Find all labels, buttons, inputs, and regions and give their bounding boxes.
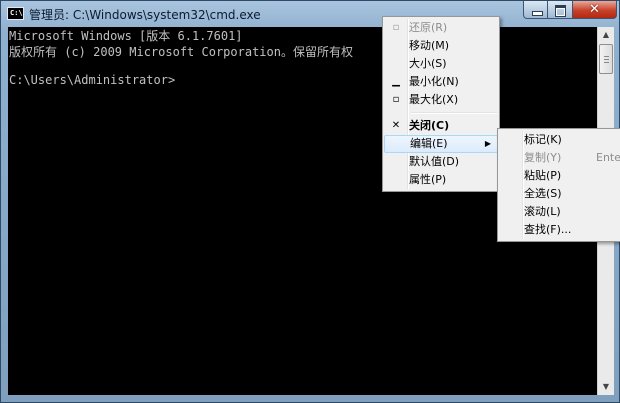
console-line: 版权所有 (c) 2009 Microsoft Corporation。保留所有… xyxy=(9,45,353,59)
cmd-app-icon-label: C:\ xyxy=(10,9,23,17)
maximize-icon: ▫ xyxy=(392,94,400,105)
menu-item-label: 移动(M) xyxy=(409,39,450,52)
menu-item-label: 标记(K) xyxy=(524,133,562,146)
title-bar[interactable]: C:\ 管理员: C:\Windows\system32\cmd.exe ✕ xyxy=(1,1,620,27)
maximize-button[interactable] xyxy=(548,1,573,19)
submenu-arrow-icon: ▶ xyxy=(484,139,491,148)
menu-item-label: 最大化(X) xyxy=(409,93,459,106)
menu-item-mark[interactable]: 标记(K) xyxy=(498,131,620,149)
edit-submenu: 标记(K) 复制(Y) Ente 粘贴(P) 全选(S) 滚动(L) 查找(F)… xyxy=(497,128,620,242)
scroll-down-arrow-icon[interactable]: ▼ xyxy=(598,379,614,395)
menu-item-edit[interactable]: 编辑(E) ▶ xyxy=(384,135,498,153)
menu-item-copy[interactable]: 复制(Y) Ente xyxy=(498,149,620,167)
cmd-app-icon[interactable]: C:\ xyxy=(7,7,24,20)
menu-item-label: 编辑(E) xyxy=(410,137,448,150)
menu-item-scroll[interactable]: 滚动(L) xyxy=(498,203,620,221)
menu-item-label: 大小(S) xyxy=(409,57,447,70)
menu-item-label: 关闭(C) xyxy=(409,119,450,132)
scroll-up-arrow-icon[interactable]: ▲ xyxy=(598,27,614,43)
menu-item-maximize[interactable]: ▫ 最大化(X) xyxy=(383,91,499,109)
menu-item-select-all[interactable]: 全选(S) xyxy=(498,185,620,203)
menu-item-properties[interactable]: 属性(P) xyxy=(383,171,499,189)
menu-item-label: 最小化(N) xyxy=(409,75,459,88)
menu-item-label: 滚动(L) xyxy=(524,205,561,218)
menu-item-label: 默认值(D) xyxy=(409,155,460,168)
maximize-icon xyxy=(555,5,566,17)
menu-item-shortcut: Ente xyxy=(596,151,620,164)
menu-item-move[interactable]: 移动(M) xyxy=(383,37,499,55)
menu-separator xyxy=(411,112,497,114)
restore-icon: ▫ xyxy=(392,22,400,33)
close-icon: ✕ xyxy=(589,2,600,17)
menu-item-label: 查找(F)... xyxy=(524,223,572,236)
close-icon: ✕ xyxy=(391,120,401,131)
menu-item-label: 复制(Y) xyxy=(524,151,562,164)
menu-item-size[interactable]: 大小(S) xyxy=(383,55,499,73)
minimize-icon xyxy=(532,11,543,16)
menu-item-defaults[interactable]: 默认值(D) xyxy=(383,153,499,171)
window-title: 管理员: C:\Windows\system32\cmd.exe xyxy=(29,8,261,22)
menu-item-close[interactable]: ✕ 关闭(C) xyxy=(383,117,499,135)
menu-item-minimize[interactable]: ▁ 最小化(N) xyxy=(383,73,499,91)
close-button[interactable]: ✕ xyxy=(573,1,617,19)
scrollbar-thumb[interactable] xyxy=(599,44,613,74)
menu-item-find[interactable]: 查找(F)... xyxy=(498,221,620,239)
system-menu: ▫ 还原(R) 移动(M) 大小(S) ▁ 最小化(N) ▫ 最大化(X) ✕ … xyxy=(382,16,500,192)
menu-item-label: 属性(P) xyxy=(409,173,447,186)
menu-item-restore[interactable]: ▫ 还原(R) xyxy=(383,19,499,37)
console-line: Microsoft Windows [版本 6.1.7601] xyxy=(9,29,243,43)
menu-item-paste[interactable]: 粘贴(P) xyxy=(498,167,620,185)
menu-item-label: 粘贴(P) xyxy=(524,169,562,182)
console-prompt: C:\Users\Administrator> xyxy=(9,73,176,87)
grip-icon xyxy=(604,56,609,57)
menu-item-label: 全选(S) xyxy=(524,187,562,200)
minimize-button[interactable] xyxy=(523,1,548,19)
menu-item-label: 还原(R) xyxy=(409,21,448,34)
minimize-icon: ▁ xyxy=(392,76,400,87)
caption-buttons: ✕ xyxy=(523,1,617,20)
